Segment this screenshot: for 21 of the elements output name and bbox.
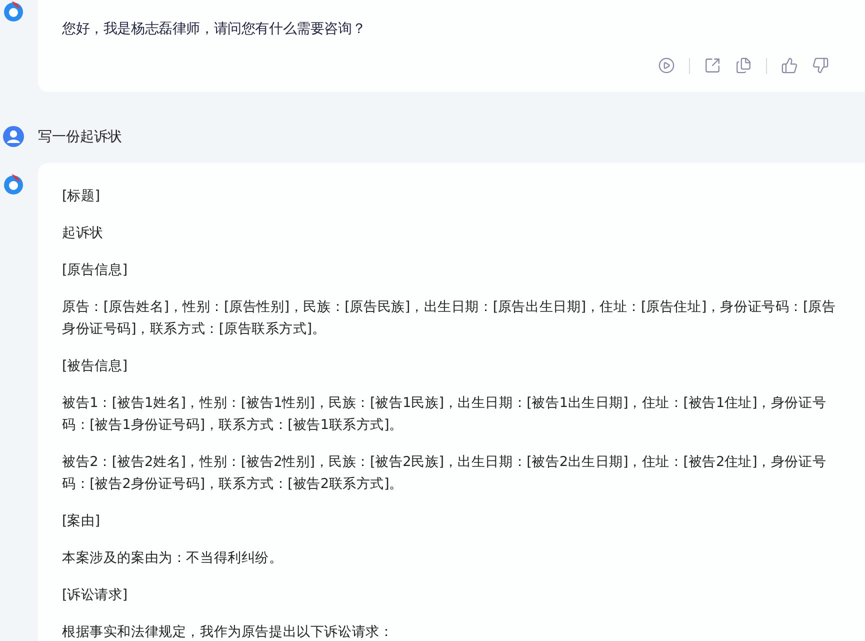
- message-text: 原告：[原告姓名]，性别：[原告性别]，民族：[原告民族]，出生日期：[原告出生日期]，住址：[原告住址]，身份证号码：[原告身份证号码]，联系方式：[原告联系方式]。: [62, 298, 837, 339]
- message-text: 起诉状: [62, 224, 104, 243]
- message-text: [被告信息]: [62, 357, 128, 376]
- message-text: [原告信息]: [62, 261, 128, 280]
- message-text: 您好，我是杨志磊律师，请问您有什么需要咨询？: [62, 20, 367, 39]
- copy-icon[interactable]: [735, 57, 752, 74]
- message-text: 被告1：[被告1姓名]，性别：[被告1性别]，民族：[被告1民族]，出生日期：[被告1出生日期]，住址：[被告1住址]，身份证号码：[被告1身份证号码]，联系方式：[被告1联系方式]。: [62, 394, 828, 435]
- share-icon[interactable]: [704, 57, 721, 74]
- assistant-logo-icon: [3, 0, 24, 22]
- user-message: 写一份起诉状: [38, 128, 122, 146]
- message-text: 被告2：[被告2姓名]，性别：[被告2性别]，民族：[被告2民族]，出生日期：[被告2出生日期]，住址：[被告2住址]，身份证号码：[被告2身份证号码]，联系方式：[被告2联系方式]。: [62, 453, 828, 494]
- message-text: [标题]: [62, 187, 101, 206]
- user-avatar-icon: [3, 126, 24, 147]
- thumbs-up-icon[interactable]: [781, 57, 798, 74]
- message-text: 本案涉及的案由为：不当得利纠纷。: [62, 549, 284, 568]
- message-text: 根据事实和法律规定，我作为原告提出以下诉讼请求：: [62, 623, 394, 641]
- message-text: [诉讼请求]: [62, 586, 128, 605]
- assistant-logo-icon: [3, 173, 24, 195]
- thumbs-down-icon[interactable]: [812, 57, 829, 74]
- message-text: [案由]: [62, 512, 101, 531]
- play-icon[interactable]: [658, 57, 675, 74]
